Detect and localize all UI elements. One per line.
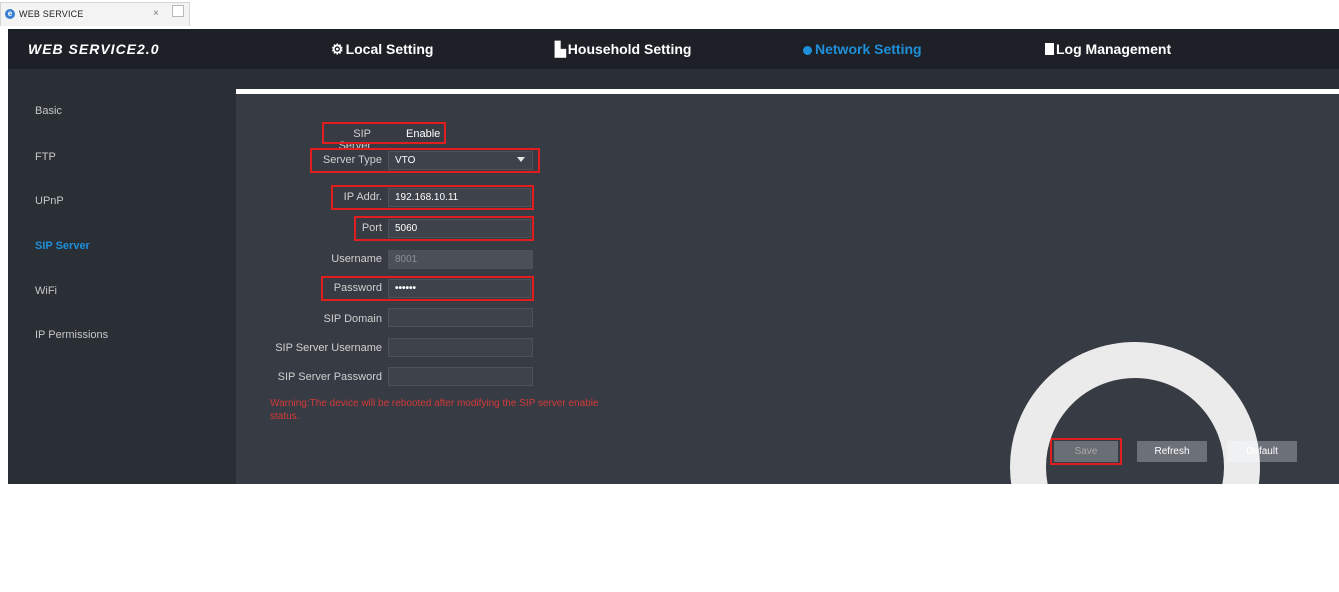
nav-label: Local Setting bbox=[345, 41, 434, 57]
nav-local-setting[interactable]: ⚙ Local Setting bbox=[331, 29, 433, 69]
sip-domain-label: SIP Domain bbox=[323, 313, 383, 325]
highlight-box-port bbox=[354, 216, 534, 241]
sip-server-username-input[interactable] bbox=[388, 338, 533, 357]
close-icon[interactable]: × bbox=[153, 8, 159, 19]
highlight-box-password bbox=[321, 276, 534, 301]
username-label: Username bbox=[331, 253, 382, 265]
globe-icon bbox=[803, 46, 812, 55]
sidebar-item-ip-permissions[interactable]: IP Permissions bbox=[35, 329, 108, 341]
browser-tab-bar: e WEB SERVICE × bbox=[0, 0, 1339, 28]
sidebar-item-sip-server[interactable]: SIP Server bbox=[35, 240, 90, 252]
nav-log-management[interactable]: Log Management bbox=[1045, 29, 1171, 69]
gear-icon: ⚙ bbox=[331, 41, 344, 57]
browser-tab-title: WEB SERVICE bbox=[19, 9, 84, 19]
nav-label: Log Management bbox=[1056, 41, 1172, 57]
username-input: 8001 bbox=[388, 250, 533, 269]
sip-domain-input[interactable] bbox=[388, 308, 533, 327]
sip-server-password-label: SIP Server Password bbox=[277, 371, 382, 383]
nav-network-setting[interactable]: Network Setting bbox=[803, 29, 922, 69]
highlight-box-server-type bbox=[310, 148, 540, 173]
sip-server-password-input[interactable] bbox=[388, 367, 533, 386]
browser-icon: e bbox=[5, 9, 15, 19]
highlight-box-sip-server bbox=[322, 122, 446, 144]
building-icon: ▙ bbox=[555, 41, 566, 57]
app-logo: WEB SERVICE2.0 bbox=[28, 41, 160, 57]
top-navigation: WEB SERVICE2.0 ⚙ Local Setting ▙ Household… bbox=[8, 29, 1339, 69]
nav-label: Household Setting bbox=[567, 41, 692, 57]
nav-label: Network Setting bbox=[815, 41, 922, 57]
sip-server-username-label: SIP Server Username bbox=[275, 342, 382, 354]
header-strip bbox=[8, 69, 1339, 89]
sidebar-item-basic[interactable]: Basic bbox=[35, 105, 62, 117]
sidebar-item-upnp[interactable]: UPnP bbox=[35, 195, 64, 207]
new-tab-button[interactable] bbox=[172, 5, 184, 17]
browser-tab[interactable]: e WEB SERVICE × bbox=[0, 2, 190, 26]
nav-household-setting[interactable]: ▙ Household Setting bbox=[555, 29, 691, 69]
sidebar-item-ftp[interactable]: FTP bbox=[35, 151, 56, 163]
highlight-box-ip-addr bbox=[331, 185, 534, 210]
document-icon bbox=[1045, 43, 1054, 55]
sidebar: Basic FTP UPnP SIP Server WiFi IP Permis… bbox=[8, 89, 236, 484]
watermark-logo bbox=[1010, 342, 1260, 592]
warning-text: Warning:The device will be rebooted afte… bbox=[270, 398, 599, 422]
sidebar-item-wifi[interactable]: WiFi bbox=[35, 285, 57, 297]
